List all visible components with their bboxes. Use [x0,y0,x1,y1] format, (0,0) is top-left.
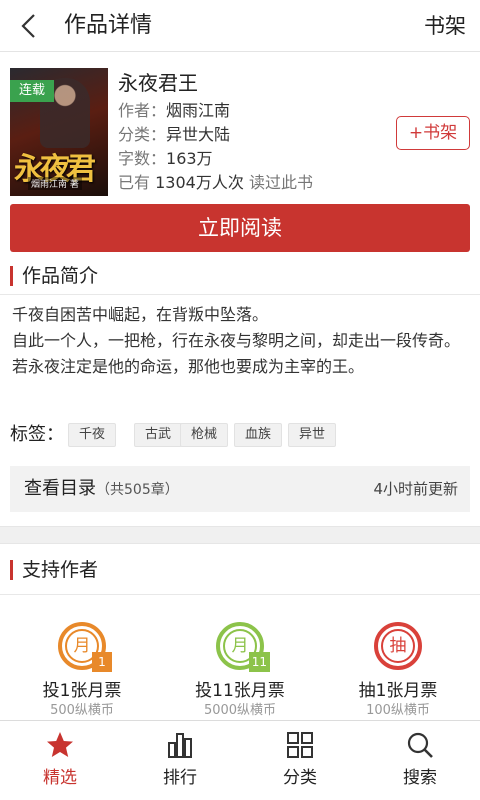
ticket-count-badge: 1 [92,652,112,672]
vote-cost: 100纵横币 [366,703,430,718]
tab-ranking[interactable]: 排行 [120,721,240,800]
grid-icon [287,732,313,758]
author-row: 作者：烟雨江南 [118,100,230,122]
word-count-row: 字数：163万 [118,148,213,170]
vote-cost: 500纵横币 [50,703,114,718]
section-gap [0,526,480,544]
book-title: 永夜君王 [118,71,198,95]
chapter-count: （共505章） [96,482,179,498]
star-icon [47,732,73,757]
tab-featured[interactable]: 精选 [0,721,120,800]
readers-count: 1304万人次 [155,173,244,192]
support-section-header: 支持作者 [0,552,480,588]
book-cover[interactable]: 连载 永夜君王 烟雨江南 著 [10,68,108,196]
toc-label: 查看目录 [24,478,96,499]
book-synopsis: 千夜自困苦中崛起，在背叛中坠落。 自此一个人，一把枪，行在永夜与黎明之间，却走出… [12,302,470,380]
word-count-value: 163万 [166,149,213,168]
toc-label-group: 查看目录（共505章） [24,466,179,513]
tab-label: 搜索 [403,768,437,788]
divider [0,594,480,595]
support-heading: 支持作者 [22,559,99,581]
readers-suffix: 读过此书 [248,173,313,192]
tab-label: 排行 [163,768,197,788]
section-accent-bar [10,266,13,286]
synopsis-line: 若永夜注定是他的命运，那他也要成为主宰的王。 [12,357,365,376]
readers-prefix: 已有 [118,173,151,192]
tag-chip[interactable]: 枪械 [180,423,229,447]
tab-label: 分类 [283,768,317,788]
intro-heading: 作品简介 [22,265,99,287]
readers-row: 已有 1304万人次 读过此书 [118,172,313,194]
author-name[interactable]: 烟雨江南 [166,101,230,120]
book-info-card: 连载 永夜君王 烟雨江南 著 永夜君王 作者：烟雨江南 分类：异世大陆 字数：1… [0,52,480,200]
synopsis-line: 千夜自困苦中崛起，在背叛中坠落。 [12,305,269,324]
bar-chart-icon [168,733,192,758]
tag-chip[interactable]: 古武 [134,423,183,447]
tab-search[interactable]: 搜索 [360,721,480,800]
table-of-contents-row[interactable]: 查看目录（共505章） 4小时前更新 [10,466,470,512]
draw-monthly-ticket[interactable]: 抽 抽1张月票 100纵横币 [328,622,468,720]
vote-label: 投1张月票 [42,681,122,701]
lottery-ticket-icon: 抽 [374,622,422,670]
ticket-glyph: 抽 [381,629,415,663]
vote-cost: 5000纵横币 [203,703,277,718]
bottom-tab-bar: 精选 排行 分类 搜索 [0,720,480,800]
tag-chip[interactable]: 血族 [234,423,283,447]
vote-label: 投11张月票 [195,681,285,701]
divider [0,294,480,295]
tag-chip[interactable]: 千夜 [68,423,117,447]
monthly-ticket-icon: 月 11 [216,622,270,672]
word-count-label: 字数： [118,149,167,168]
ticket-count-badge: 11 [248,652,270,672]
intro-section-header: 作品简介 [0,258,480,294]
last-update-text: 4小时前更新 [373,480,458,498]
tab-label: 精选 [43,768,77,788]
add-to-shelf-button[interactable]: +书架 [396,116,470,150]
author-label: 作者： [118,101,167,120]
section-accent-bar [10,560,13,580]
cover-author-text: 烟雨江南 著 [28,177,82,190]
bookshelf-link[interactable]: 书架 [424,10,466,42]
category-label: 分类： [118,125,167,144]
tab-category[interactable]: 分类 [240,721,360,800]
search-icon [407,732,433,758]
tags-label: 标签： [10,424,64,445]
category-row: 分类：异世大陆 [118,124,230,146]
tag-chip[interactable]: 异世 [288,423,337,447]
vote-1-monthly-ticket[interactable]: 月 1 投1张月票 500纵横币 [12,622,152,720]
serial-status-badge: 连载 [10,80,54,102]
back-arrow-icon[interactable] [14,10,44,42]
category-value: 异世大陆 [166,125,231,144]
page-title: 作品详情 [64,13,153,38]
synopsis-line: 自此一个人，一把枪，行在永夜与黎明之间，却走出一段传奇。 [12,331,461,350]
read-now-button[interactable]: 立即阅读 [10,204,470,252]
top-bar: 作品详情 书架 [0,0,480,52]
vote-11-monthly-tickets[interactable]: 月 11 投11张月票 5000纵横币 [170,622,310,720]
monthly-ticket-icon: 月 1 [58,622,112,672]
vote-label: 抽1张月票 [358,681,438,701]
